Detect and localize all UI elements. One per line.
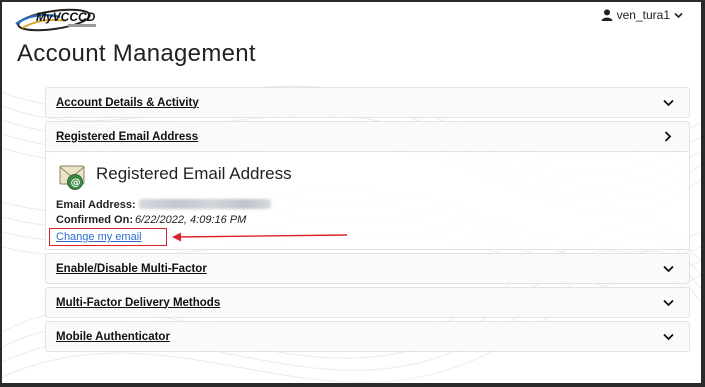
- annotation-arrow: [172, 232, 348, 242]
- accordion-label: Registered Email Address: [56, 130, 199, 143]
- accordion-label: Multi-Factor Delivery Methods: [56, 296, 221, 309]
- user-menu[interactable]: ven_tura1: [601, 8, 683, 22]
- chevron-right-icon: [664, 131, 672, 142]
- chevron-down-icon: [663, 99, 674, 107]
- app-window: MyVCCCD ven_tura1 Account Management Acc…: [0, 0, 705, 387]
- email-envelope-icon: @: [59, 165, 85, 190]
- svg-text:MyVCCCD: MyVCCCD: [36, 10, 96, 24]
- change-email-link[interactable]: Change my email: [49, 228, 167, 246]
- accordion-account-details[interactable]: Account Details & Activity: [45, 87, 690, 118]
- account-accordion: Account Details & Activity Registered Em…: [45, 87, 690, 355]
- chevron-down-icon: [663, 299, 674, 307]
- email-value-redacted: [138, 199, 271, 209]
- confirmed-on-row: Confirmed On: 6/22/2022, 4:09:16 PM: [56, 214, 246, 226]
- accordion-enable-disable-mfa[interactable]: Enable/Disable Multi-Factor: [45, 253, 690, 284]
- svg-text:@: @: [71, 178, 81, 189]
- user-name: ven_tura1: [616, 8, 670, 22]
- accordion-mobile-authenticator[interactable]: Mobile Authenticator: [45, 321, 690, 352]
- confirmed-value: 6/22/2022, 4:09:16 PM: [135, 214, 247, 226]
- email-label: Email Address:: [56, 199, 136, 211]
- chevron-down-icon: [663, 333, 674, 341]
- page-title: Account Management: [17, 40, 256, 67]
- myvcccd-logo[interactable]: MyVCCCD: [14, 5, 106, 35]
- accordion-registered-email[interactable]: Registered Email Address: [45, 121, 690, 152]
- accordion-mfa-delivery-methods[interactable]: Multi-Factor Delivery Methods: [45, 287, 690, 318]
- confirmed-label: Confirmed On:: [56, 214, 133, 226]
- accordion-label: Enable/Disable Multi-Factor: [56, 262, 207, 275]
- chevron-down-icon: [663, 265, 674, 273]
- panel-title: Registered Email Address: [96, 164, 292, 183]
- accordion-label: Mobile Authenticator: [56, 330, 170, 343]
- user-icon: [601, 9, 613, 21]
- registered-email-panel: @ Registered Email Address Email Address…: [45, 152, 690, 250]
- email-address-row: Email Address:: [56, 199, 271, 211]
- accordion-label: Account Details & Activity: [56, 96, 199, 109]
- chevron-down-icon: [674, 12, 683, 18]
